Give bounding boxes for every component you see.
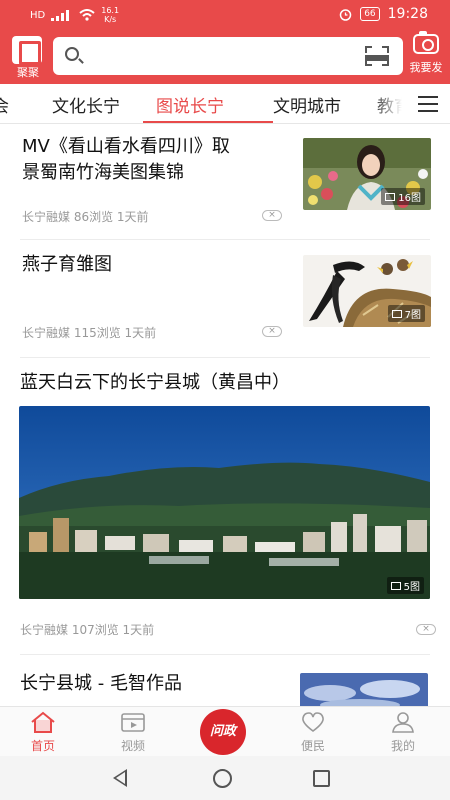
status-bar: HD 16.1 K/s 66 19:28 (0, 0, 450, 30)
battery-icon: 66 (360, 7, 380, 21)
user-icon (392, 712, 414, 733)
heart-icon (302, 712, 324, 732)
speed-value: 16.1 (101, 6, 120, 15)
clock: 19:28 (387, 6, 428, 22)
channel-menu-button[interactable] (402, 84, 450, 123)
nav-video[interactable]: 视频 (98, 711, 168, 754)
search-bar[interactable] (53, 37, 403, 75)
network-type: HD (30, 9, 46, 21)
publish-button[interactable]: 我要发 (404, 31, 448, 75)
nav-mine[interactable]: 我的 (368, 711, 438, 754)
status-left: HD 16.1 K/s (30, 6, 119, 24)
item-large-image[interactable]: 5图 (19, 406, 430, 599)
speed-unit: K/s (104, 15, 117, 24)
network-speed: 16.1 K/s (101, 6, 119, 24)
bottom-navigation: 首页 视频 问政 便民 我的 (0, 706, 450, 756)
nav-bianmin[interactable]: 便民 (278, 711, 348, 754)
divider (20, 239, 430, 240)
dismiss-button[interactable]: × (262, 326, 282, 337)
scan-icon[interactable] (365, 46, 389, 66)
image-count-badge: 7图 (387, 305, 425, 322)
recent-apps-icon[interactable] (313, 770, 330, 787)
dismiss-button[interactable]: × (262, 210, 282, 221)
menu-icon (418, 96, 438, 98)
publish-label: 我要发 (409, 61, 443, 74)
item-thumbnail[interactable] (300, 673, 428, 706)
nav-home[interactable]: 首页 (8, 711, 78, 754)
sky-clouds-photo (300, 673, 428, 706)
wenzheng-logo-button[interactable]: 问政 (200, 709, 246, 755)
divider (20, 654, 430, 655)
system-nav-bar (0, 756, 450, 800)
dismiss-button[interactable]: × (416, 624, 436, 635)
item-meta: 长宁融媒 115浏览 1天前 (22, 326, 157, 340)
county-town-photo (19, 406, 430, 599)
search-icon (65, 47, 79, 61)
app-header: 聚聚 我要发 (0, 30, 450, 84)
tab-wenming-chengshi[interactable]: 文明城市 (273, 92, 341, 117)
app-logo-icon[interactable] (12, 36, 42, 65)
back-icon[interactable] (113, 769, 127, 787)
item-title[interactable]: 燕子育雏图 (22, 252, 112, 278)
item-title[interactable]: MV《看山看水看四川》取 景蜀南竹海美图集锦 (22, 134, 292, 186)
tab-fade (372, 84, 402, 123)
camera-icon (413, 31, 439, 54)
item-meta: 长宁融媒 107浏览 1天前 (20, 623, 155, 637)
video-icon (121, 713, 145, 732)
tab-tushuo-changning[interactable]: 图说长宁 (156, 92, 224, 117)
alarm-icon (339, 8, 352, 21)
gallery-icon (385, 192, 396, 201)
signal-icon (51, 9, 70, 21)
news-feed: MV《看山看水看四川》取 景蜀南竹海美图集锦 长宁融媒 86浏览 1天前 × 1… (0, 124, 450, 706)
image-count-badge: 16图 (381, 188, 425, 205)
search-input[interactable] (91, 43, 361, 69)
gallery-icon (391, 309, 402, 318)
divider (20, 357, 430, 358)
gallery-icon (390, 581, 401, 590)
tab-wenhua-changning[interactable]: 文化长宁 (52, 92, 120, 117)
channel-tabs: 会 文化长宁 图说长宁 文明城市 教育 (0, 84, 450, 124)
item-title[interactable]: 长宁县城 - 毛智作品 (20, 671, 182, 697)
tab-partial-left[interactable]: 会 (0, 92, 9, 117)
item-thumbnail[interactable]: 16图 (303, 138, 431, 210)
wifi-icon (79, 9, 95, 21)
item-meta: 长宁融媒 86浏览 1天前 (22, 210, 149, 224)
logo-label: 聚聚 (17, 66, 39, 79)
item-thumbnail[interactable]: 7图 (303, 255, 431, 327)
home-circle-icon[interactable] (213, 769, 232, 788)
image-count-badge: 5图 (386, 577, 424, 594)
status-right: 66 19:28 (339, 6, 428, 22)
home-icon (31, 711, 55, 733)
item-title[interactable]: 蓝天白云下的长宁县城（黄昌中） (20, 370, 290, 396)
